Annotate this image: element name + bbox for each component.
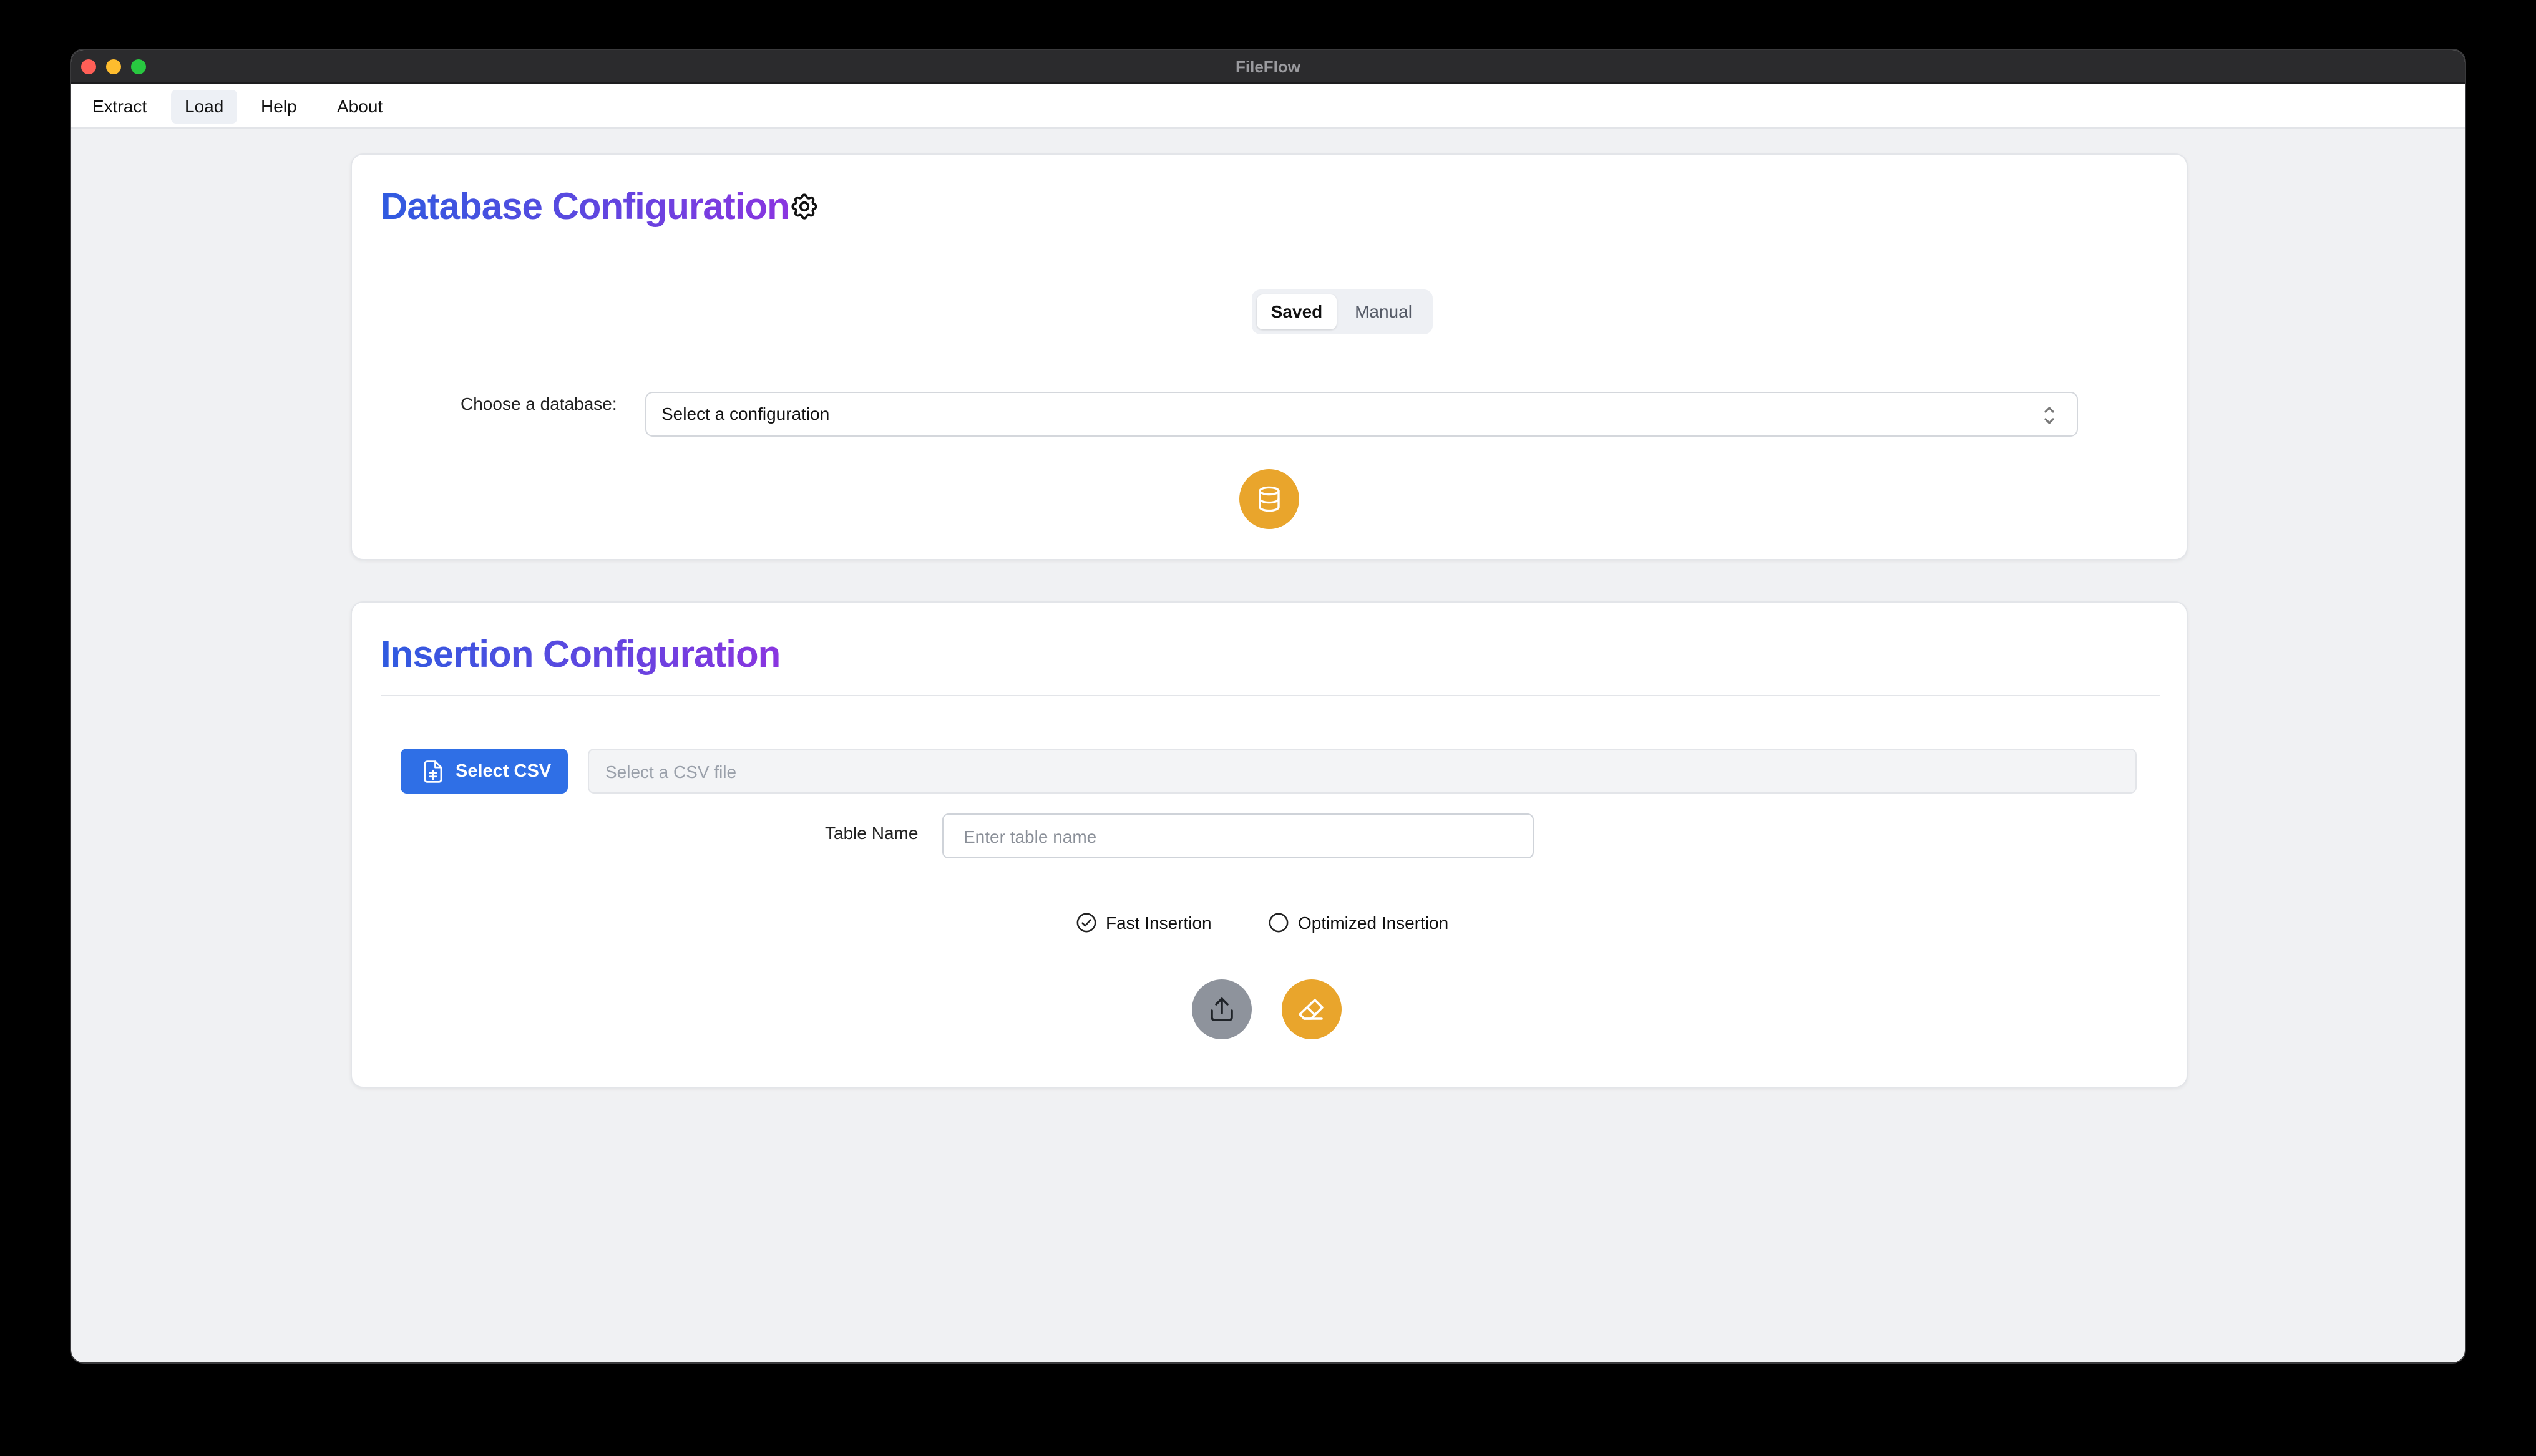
app-window: FileFlow Extract Load Help About Databas…: [70, 49, 2466, 1364]
database-config-select[interactable]: Select a configuration: [645, 392, 2078, 437]
optimized-insertion-option[interactable]: Optimized Insertion: [1268, 911, 1480, 936]
database-config-select-value: Select a configuration: [661, 404, 830, 424]
choose-database-label: Choose a database:: [461, 394, 617, 414]
check-circle-icon: [1076, 913, 1096, 933]
insertion-configuration-card: Insertion Configuration Select CSV Selec…: [351, 601, 2188, 1088]
insertion-configuration-heading: Insertion Configuration: [381, 633, 781, 675]
table-name-placeholder: Enter table name: [963, 827, 1097, 847]
fast-insertion-option[interactable]: Fast Insertion: [1076, 911, 1238, 936]
chevron-updown-icon: [2044, 407, 2054, 424]
tab-saved[interactable]: Saved: [1257, 294, 1337, 329]
file-icon: [424, 760, 442, 783]
menu-item-extract[interactable]: Extract: [79, 90, 160, 124]
connect-database-button[interactable]: [1239, 469, 1299, 529]
clear-button[interactable]: [1282, 979, 1342, 1039]
title-bar: FileFlow: [71, 50, 2465, 84]
upload-button[interactable]: [1192, 979, 1252, 1039]
database-icon: [1259, 486, 1280, 512]
eraser-icon: [1299, 999, 1324, 1020]
tab-manual[interactable]: Manual: [1339, 294, 1428, 329]
csv-file-path-field[interactable]: Select a CSV file: [588, 749, 2137, 794]
menu-item-help[interactable]: Help: [247, 90, 311, 124]
config-mode-toggle: Saved Manual: [1252, 289, 1433, 334]
fast-insertion-label: Fast Insertion: [1106, 913, 1212, 933]
database-configuration-card: Database Configuration Saved Manual Choo…: [351, 153, 2188, 560]
upload-icon: [1211, 997, 1233, 1021]
gear-icon[interactable]: [789, 191, 820, 222]
csv-file-placeholder: Select a CSV file: [605, 762, 737, 782]
database-configuration-heading: Database Configuration: [381, 185, 790, 227]
optimized-insertion-label: Optimized Insertion: [1298, 913, 1449, 933]
select-csv-label: Select CSV: [456, 761, 552, 781]
select-csv-button[interactable]: Select CSV: [401, 749, 568, 794]
empty-circle-icon: [1269, 913, 1289, 933]
section-divider: [381, 695, 2160, 696]
window-title: FileFlow: [1236, 57, 1300, 76]
menu-item-about[interactable]: About: [323, 90, 396, 124]
table-name-label: Table Name: [825, 823, 919, 843]
menu-item-load[interactable]: Load: [171, 90, 238, 124]
menu-bar: Extract Load Help About: [71, 84, 2465, 129]
table-name-input[interactable]: Enter table name: [942, 813, 1534, 858]
